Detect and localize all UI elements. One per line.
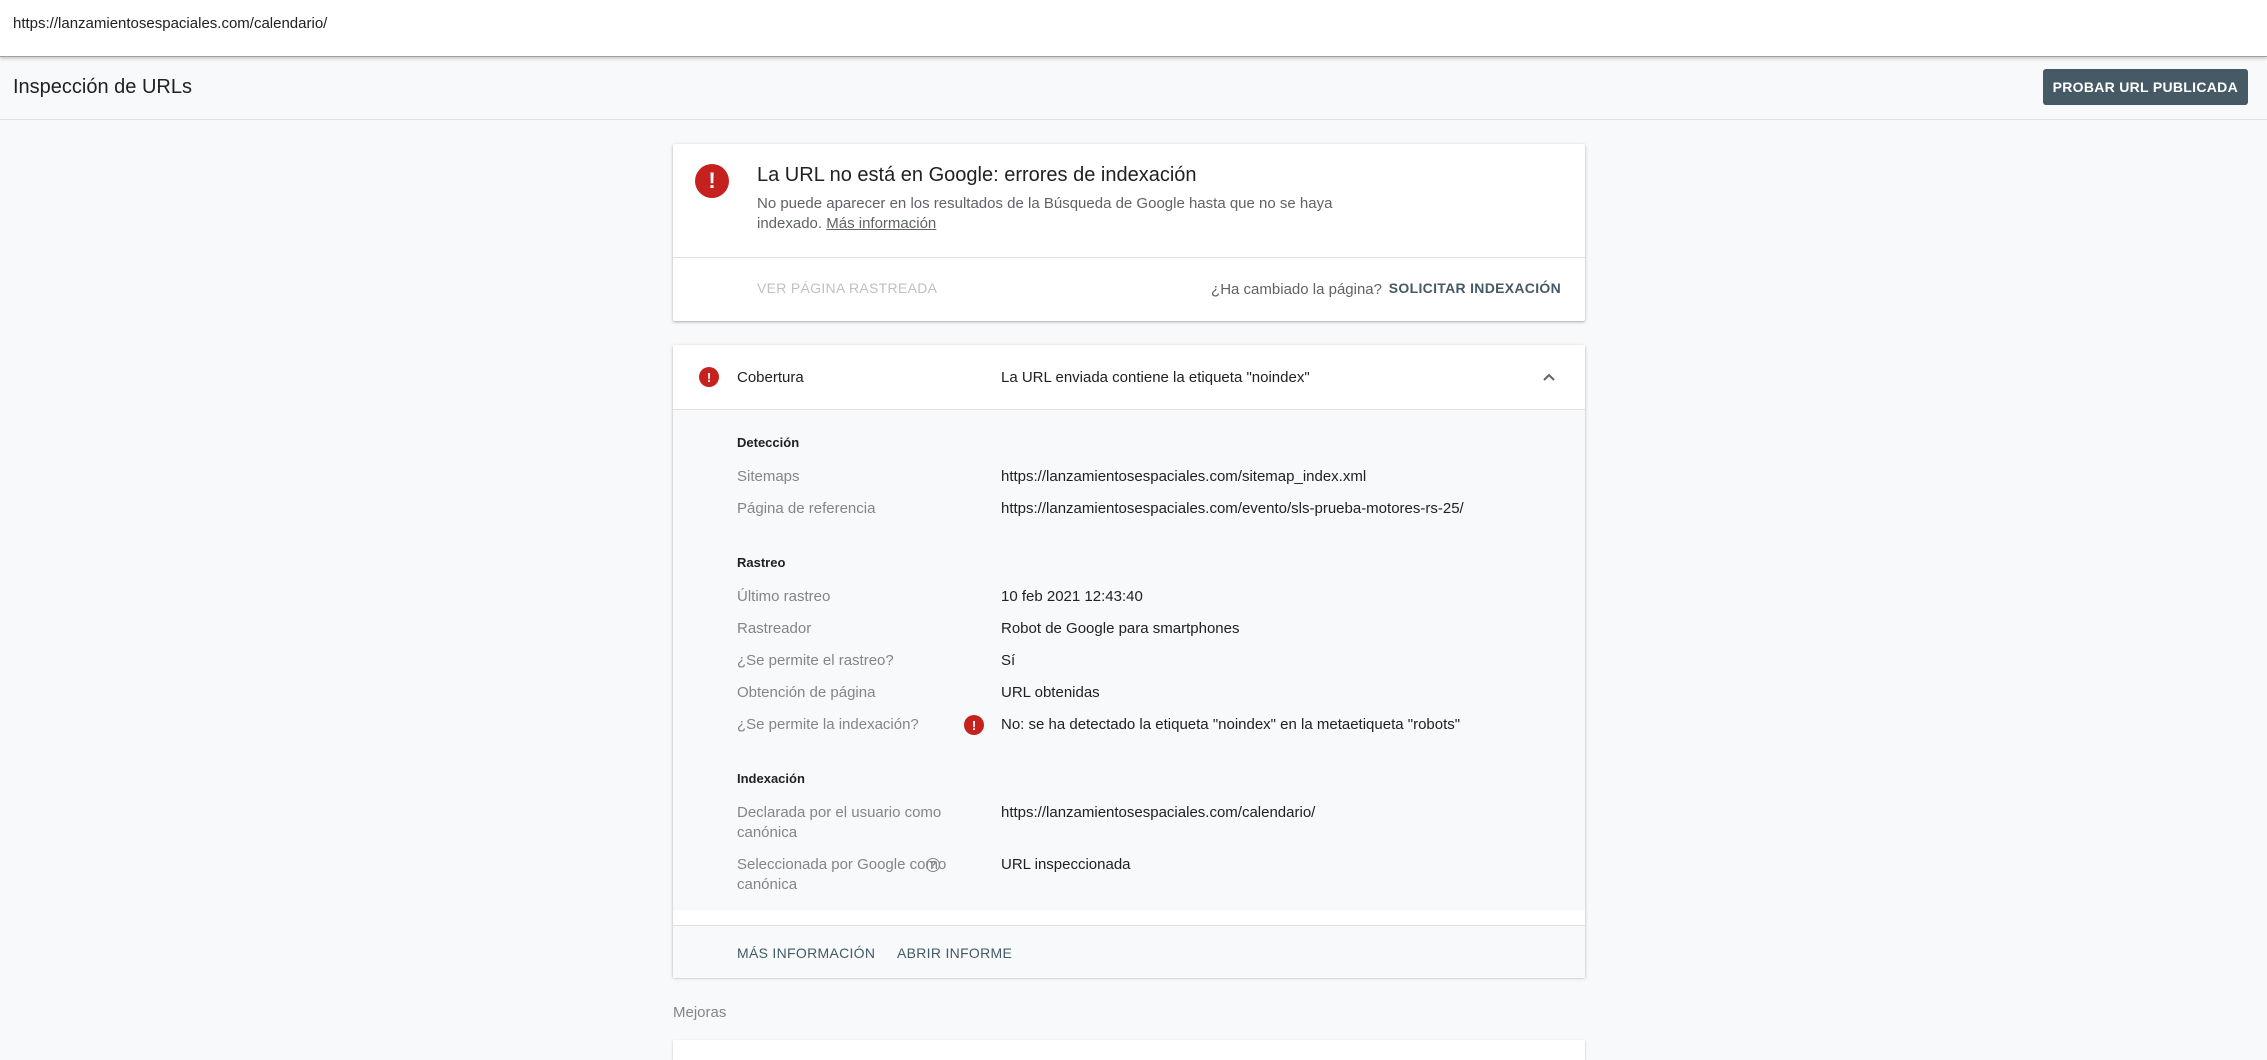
coverage-value: La URL enviada contiene la etiqueta "noi… — [1001, 369, 1310, 386]
status-title: La URL no está en Google: errores de ind… — [757, 164, 1197, 186]
user-canonical-value: https://lanzamientosespaciales.com/calen… — [1001, 804, 1316, 821]
referring-page-value: https://lanzamientosespaciales.com/event… — [1001, 500, 1464, 517]
page-title: Inspección de URLs — [13, 76, 192, 98]
view-crawled-page-button[interactable]: VER PÁGINA RASTREADA — [757, 280, 937, 296]
crawler-value: Robot de Google para smartphones — [1001, 620, 1240, 637]
crawl-allowed-value: Sí — [1001, 652, 1016, 669]
request-indexing-button[interactable]: SOLICITAR INDEXACIÓN — [1389, 280, 1561, 296]
section-title-crawl: Rastreo — [737, 555, 786, 570]
page-fetch-label: Obtención de página — [737, 684, 876, 701]
crawler-label: Rastreador — [737, 620, 812, 637]
test-live-url-button[interactable]: PROBAR URL PUBLICADA — [2042, 69, 2248, 105]
address-bar[interactable]: https://lanzamientosespaciales.com/calen… — [0, 0, 2267, 57]
page-fetch-value: URL obtenidas — [1001, 684, 1100, 701]
coverage-header[interactable]: ! Cobertura La URL enviada contiene la e… — [673, 345, 1585, 410]
enhancements-heading: Mejoras — [673, 1004, 727, 1021]
error-icon: ! — [695, 164, 729, 198]
index-status-card: ! La URL no está en Google: errores de i… — [673, 144, 1585, 321]
status-description: No puede aparecer en los resultados de l… — [757, 194, 1377, 234]
last-crawl-label: Último rastreo — [737, 588, 831, 605]
section-title-indexing: Indexación — [737, 771, 805, 786]
sitemaps-label: Sitemaps — [737, 468, 800, 485]
sitemaps-value: https://lanzamientosespaciales.com/sitem… — [1001, 468, 1367, 485]
more-info-link[interactable]: Más información — [826, 215, 936, 232]
section-title-detection: Detección — [737, 435, 800, 450]
error-icon: ! — [964, 715, 984, 735]
enhancements-card — [673, 1040, 1585, 1060]
indexing-allowed-label: ¿Se permite la indexación? — [737, 716, 919, 733]
coverage-details: Detección Sitemaps https://lanzamientose… — [673, 410, 1585, 910]
coverage-label: Cobertura — [737, 369, 804, 386]
google-canonical-value: URL inspeccionada — [1001, 856, 1131, 873]
page-header: Inspección de URLs PROBAR URL PUBLICADA — [0, 57, 2267, 120]
google-canonical-label: Seleccionada por Google como canónica — [737, 856, 947, 893]
referring-page-label: Página de referencia — [737, 500, 876, 517]
open-report-button[interactable]: ABRIR INFORME — [897, 945, 1012, 961]
coverage-card: ! Cobertura La URL enviada contiene la e… — [673, 345, 1585, 978]
help-icon[interactable]: ? — [926, 858, 940, 872]
user-canonical-label: Declarada por el usuario como canónica — [737, 804, 942, 841]
last-crawl-value: 10 feb 2021 12:43:40 — [1001, 588, 1143, 605]
address-bar-url[interactable]: https://lanzamientosespaciales.com/calen… — [13, 15, 327, 32]
indexing-allowed-value: No: se ha detectado la etiqueta "noindex… — [1001, 716, 1461, 733]
page-changed-question: ¿Ha cambiado la página? — [1211, 281, 1382, 298]
chevron-up-icon[interactable] — [1539, 367, 1559, 387]
crawl-allowed-label: ¿Se permite el rastreo? — [737, 652, 894, 669]
error-icon: ! — [699, 367, 719, 387]
coverage-footer: MÁS INFORMACIÓN ABRIR INFORME — [673, 925, 1585, 978]
divider — [673, 257, 1585, 258]
more-info-button[interactable]: MÁS INFORMACIÓN — [737, 945, 875, 961]
